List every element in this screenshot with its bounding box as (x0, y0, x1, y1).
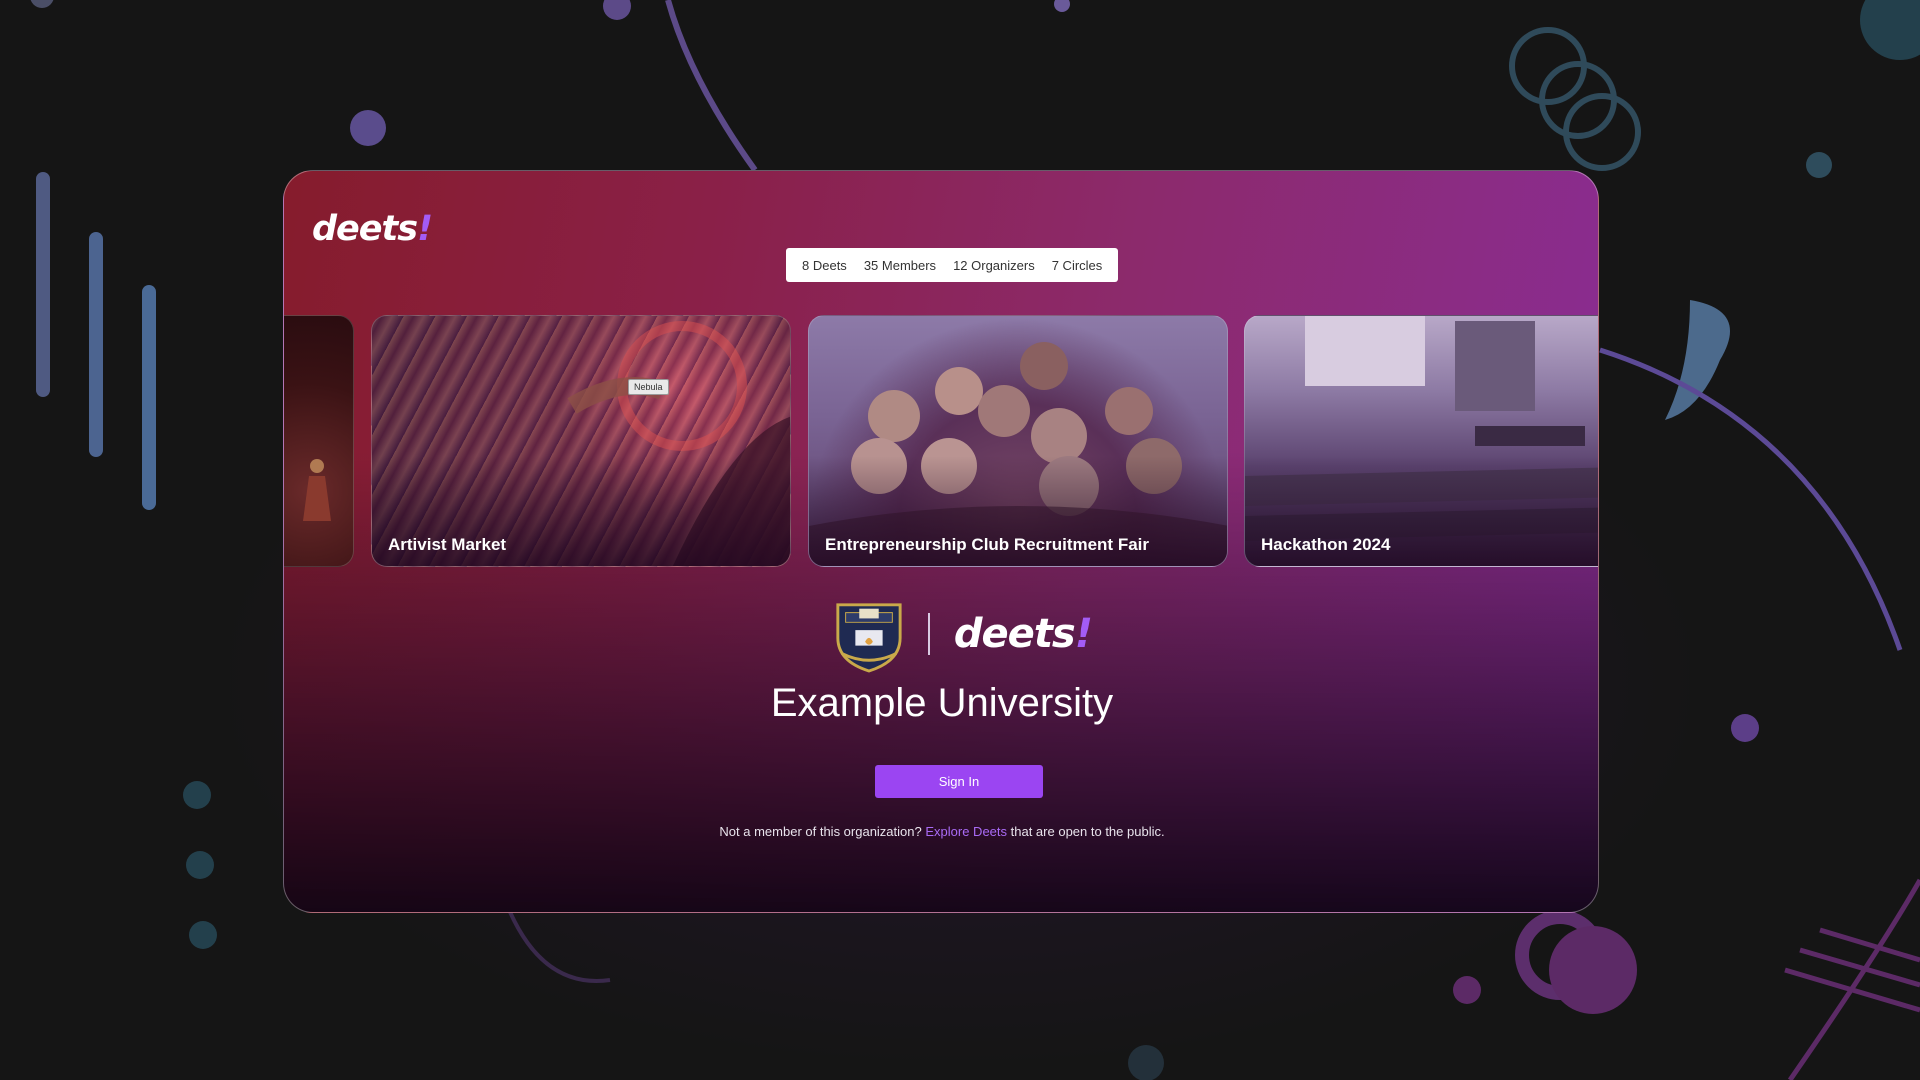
event-title: Artivist Market (388, 535, 507, 554)
organization-stats-bar: 8 Deets 35 Members 12 Organizers 7 Circl… (786, 248, 1119, 282)
event-card-partial[interactable] (284, 315, 354, 567)
note-prefix: Not a member of this organization? (719, 824, 922, 839)
public-deets-note: Not a member of this organization? Explo… (284, 824, 1598, 839)
note-suffix: that are open to the public. (1010, 824, 1165, 839)
stat-organizers[interactable]: 12 Organizers (953, 258, 1035, 273)
event-carousel: Nebula Artivist Market Entrepreneurship … (284, 315, 1598, 567)
organization-landing-card: deets! 8 Deets 35 Members 12 Organizers … (283, 170, 1599, 913)
explore-deets-link[interactable]: Explore Deets (925, 824, 1007, 839)
dancer-figure-icon (303, 459, 331, 521)
organization-name: Example University (770, 681, 1114, 725)
event-card-entrepreneurship-fair[interactable]: Entrepreneurship Club Recruitment Fair (808, 315, 1228, 567)
deets-logo-large: deets! (953, 611, 1093, 657)
university-crest-icon (836, 603, 902, 673)
cobrand-divider (927, 613, 930, 655)
nebula-tooltip: Nebula (628, 379, 669, 395)
stat-members[interactable]: 35 Members (864, 258, 936, 273)
stat-deets[interactable]: 8 Deets (802, 258, 847, 273)
event-title: Entrepreneurship Club Recruitment Fair (825, 535, 1149, 554)
event-card-artivist-market[interactable]: Nebula Artivist Market (371, 315, 791, 567)
event-title: Hackathon 2024 (1261, 535, 1391, 554)
event-card-hackathon-2024[interactable]: Hackathon 2024 (1244, 315, 1598, 567)
deets-logo[interactable]: deets! (312, 209, 433, 249)
cobrand-lockup: deets! (832, 593, 1093, 675)
sign-in-button[interactable]: Sign In (875, 765, 1043, 798)
stat-circles[interactable]: 7 Circles (1052, 258, 1103, 273)
